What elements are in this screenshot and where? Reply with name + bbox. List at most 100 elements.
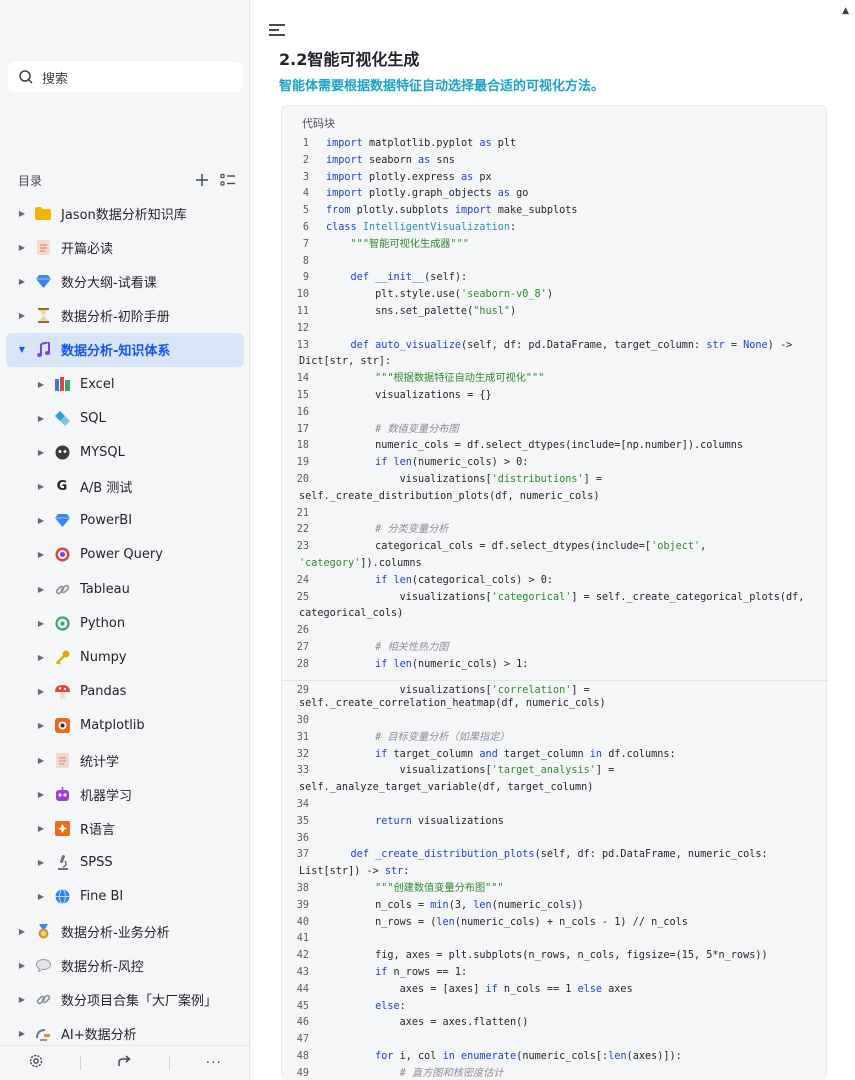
toc-item-power-query[interactable]: ▶ Power Query xyxy=(0,538,250,572)
toc-item-machine-learning[interactable]: ▶ 机器学习 xyxy=(0,777,250,811)
music-note-icon xyxy=(33,340,53,360)
chevron-right-icon[interactable]: ▶ xyxy=(36,790,46,799)
toc-item-business-analysis[interactable]: ▶ 数据分析-业务分析 xyxy=(0,914,250,948)
toc-item-tableau[interactable]: ▶ Tableau xyxy=(0,572,250,606)
chevron-right-icon[interactable]: ▶ xyxy=(36,687,46,696)
code-line: 30 xyxy=(296,715,309,727)
target-icon xyxy=(52,545,72,565)
code-line: 28 if len(numeric_cols) > 1: xyxy=(296,658,529,670)
code-line: 45 else: xyxy=(296,1000,406,1012)
code-line: 9 def __init__(self): xyxy=(302,272,468,284)
chevron-right-icon[interactable]: ▶ xyxy=(36,448,46,457)
gem-icon xyxy=(33,271,53,291)
chevron-right-icon[interactable]: ▶ xyxy=(36,619,46,628)
chevron-right-icon[interactable]: ▶ xyxy=(36,653,46,662)
chevron-down-icon[interactable]: ▼ xyxy=(17,345,27,354)
code-line: 41 xyxy=(296,933,309,945)
document-pane: ▲ 2.2智能可视化生成 智能体需要根据数据特征自动选择最合适的可视化方法。 代… xyxy=(251,0,855,1080)
chevron-right-icon[interactable]: ▶ xyxy=(36,516,46,525)
code-block[interactable]: 代码块 1 import matplotlib.pyplot as plt 2 im… xyxy=(281,105,828,1080)
code-line: 34 xyxy=(296,799,309,811)
matplotlib-icon xyxy=(52,716,72,736)
chevron-right-icon[interactable]: ▶ xyxy=(17,995,27,1004)
code-line: 4 import plotly.graph_objects as go xyxy=(302,188,529,200)
toc-item-powerbi[interactable]: ▶ PowerBI xyxy=(0,504,250,538)
chevron-right-icon[interactable]: ▶ xyxy=(36,482,46,491)
python-icon xyxy=(52,613,72,633)
chevron-right-icon[interactable]: ▶ xyxy=(36,550,46,559)
search-input[interactable]: 搜索 xyxy=(8,62,242,92)
toc-item-label: MYSQL xyxy=(80,444,125,460)
add-icon[interactable] xyxy=(192,170,212,190)
code-line: 1 import matplotlib.pyplot as plt xyxy=(302,138,517,149)
toc-item-project-collection[interactable]: ▶ 数分项目合集「大厂案例」 xyxy=(0,982,250,1016)
books-icon xyxy=(52,374,72,394)
toc-item-python[interactable]: ▶ Python xyxy=(0,606,250,640)
outline-toggle-icon[interactable] xyxy=(269,24,285,36)
code-line: 3 import plotly.express as px xyxy=(302,171,492,183)
more-icon[interactable]: ··· xyxy=(206,1055,222,1071)
chevron-right-icon[interactable]: ▶ xyxy=(36,380,46,389)
chevron-right-icon[interactable]: ▶ xyxy=(36,585,46,594)
toc-item-numpy[interactable]: ▶ Numpy xyxy=(0,640,250,674)
toc-item-label: Excel xyxy=(80,376,115,392)
toc-item-jason-kb[interactable]: ▶ Jason数据分析知识库 xyxy=(0,196,250,230)
chevron-right-icon[interactable]: ▶ xyxy=(17,277,27,286)
microscope-icon xyxy=(52,853,72,873)
code-line: 47 xyxy=(296,1034,309,1046)
code-line: 12 xyxy=(296,322,309,334)
toc-item-statistics[interactable]: ▶ 统计学 xyxy=(0,743,250,777)
chevron-right-icon[interactable]: ▶ xyxy=(17,243,27,252)
code-line: 39 n_cols = min(3, len(numeric_cols)) xyxy=(296,899,584,911)
key-icon xyxy=(52,648,72,668)
toc-item-mysql[interactable]: ▶ MYSQL xyxy=(0,435,250,469)
toc-item-spss[interactable]: ▶ SPSS xyxy=(0,846,250,880)
search-placeholder: 搜索 xyxy=(42,71,69,87)
toc-item-knowledge-system[interactable]: ▼ 数据分析-知识体系 xyxy=(6,332,244,367)
code-content[interactable]: 1 import matplotlib.pyplot as plt 2 import… xyxy=(282,136,828,1080)
toc-title: 目录 xyxy=(18,173,43,188)
toc-item-pandas[interactable]: ▶ Pandas xyxy=(0,675,250,709)
toc-item-label: 数分项目合集「大厂案例」 xyxy=(61,993,218,1009)
robot-icon xyxy=(52,784,72,804)
outline-list-icon[interactable] xyxy=(218,170,238,190)
link-icon xyxy=(52,579,72,599)
chevron-right-icon[interactable]: ▶ xyxy=(17,209,27,218)
chevron-right-icon[interactable]: ▶ xyxy=(17,961,27,970)
toc-item-must-read[interactable]: ▶ 开篇必读 xyxy=(0,230,250,264)
chevron-right-icon[interactable]: ▶ xyxy=(36,892,46,901)
code-line: 'category']).columns xyxy=(299,557,422,569)
search-icon xyxy=(19,70,33,84)
section-heading: 2.2智能可视化生成 xyxy=(279,50,420,69)
scroll-up-icon[interactable]: ▲ xyxy=(842,6,849,16)
chevron-right-icon[interactable]: ▶ xyxy=(17,311,27,320)
code-line: 46 axes = axes.flatten() xyxy=(296,1017,529,1029)
toc-item-beginner-handbook[interactable]: ▶ 数据分析-初阶手册 xyxy=(0,299,250,333)
code-line: 5 from plotly.subplots import make_subplo… xyxy=(302,205,578,217)
toc-item-r-language[interactable]: ▶ R语言 xyxy=(0,811,250,845)
mysql-icon xyxy=(52,442,72,462)
chevron-right-icon[interactable]: ▶ xyxy=(36,721,46,730)
toc-item-label: SPSS xyxy=(80,855,113,871)
code-line: 18 numeric_cols = df.select_dtypes(inclu… xyxy=(296,440,744,452)
toc-item-matplotlib[interactable]: ▶ Matplotlib xyxy=(0,709,250,743)
toc-item-ab-test[interactable]: ▶ G A/B 测试 xyxy=(0,470,250,504)
code-line: 27 # 相关性热力图 xyxy=(296,641,449,653)
code-line: self._create_distribution_plots(df, nume… xyxy=(299,490,600,502)
code-line: 16 xyxy=(296,406,309,418)
chevron-right-icon[interactable]: ▶ xyxy=(36,858,46,867)
toc-item-risk-control[interactable]: ▶ 数据分析-风控 xyxy=(0,948,250,982)
chevron-right-icon[interactable]: ▶ xyxy=(36,756,46,765)
chevron-right-icon[interactable]: ▶ xyxy=(17,927,27,936)
toc-item-sql[interactable]: ▶ SQL xyxy=(0,401,250,435)
chevron-right-icon[interactable]: ▶ xyxy=(36,824,46,833)
chevron-right-icon[interactable]: ▶ xyxy=(17,1029,27,1038)
toc-item-excel[interactable]: ▶ Excel xyxy=(0,367,250,401)
toc-item-outline-trial[interactable]: ▶ 数分大纲-试看课 xyxy=(0,264,250,298)
settings-icon[interactable] xyxy=(28,1053,44,1073)
code-line: 44 axes = [axes] if n_cols == 1 else axe… xyxy=(296,983,633,995)
share-icon[interactable] xyxy=(117,1053,133,1073)
toc-item-fine-bi[interactable]: ▶ Fine BI xyxy=(0,880,250,914)
chevron-right-icon[interactable]: ▶ xyxy=(36,414,46,423)
toc-item-label: 机器学习 xyxy=(80,788,133,804)
